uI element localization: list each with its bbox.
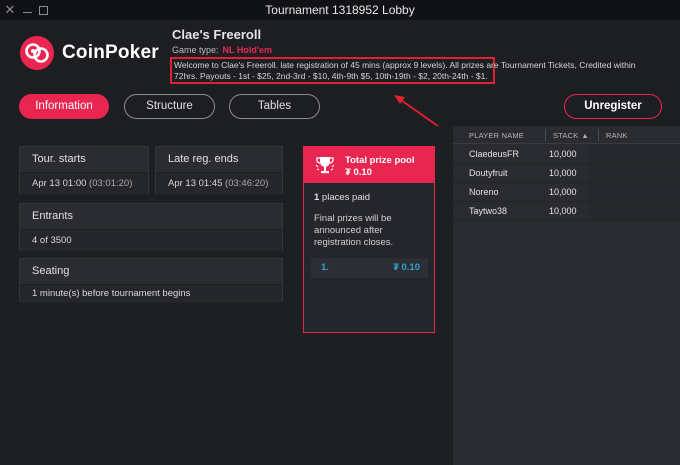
late-reg-value: Apr 13 01:45 (03:46:20) (156, 172, 282, 194)
game-type-label: Game type: (172, 45, 219, 55)
prize-pool-card: Total prize pool ₮ 0.10 1 places paid Fi… (303, 146, 435, 333)
table-row[interactable]: Noreno 10,000 (453, 183, 680, 202)
game-type-value: NL Hold'em (222, 45, 273, 55)
info-panel: Tour. starts Apr 13 01:00 (03:01:20) Lat… (0, 126, 453, 465)
tour-starts-countdown: (03:01:20) (89, 178, 133, 189)
player-stack: 10,000 (549, 206, 577, 216)
welcome-message: Welcome to Clae's Freeroll. late registr… (174, 60, 636, 81)
title-bar: ✕ Tournament 1318952 Lobby (0, 0, 680, 20)
table-row[interactable]: Doutyfruit 10,000 (453, 164, 680, 183)
payout-amount: ₮ 0.10 (393, 262, 420, 273)
column-stack[interactable]: STACK ▲ (553, 131, 589, 140)
coinpoker-logo-icon (20, 36, 54, 70)
table-row[interactable]: Taytwo38 10,000 (453, 202, 680, 221)
prize-pool-label: Total prize pool (345, 155, 415, 166)
welcome-message-highlight: Welcome to Clae's Freeroll. late registr… (170, 57, 635, 84)
places-paid: 1 places paid (314, 192, 370, 203)
players-panel: PLAYER NAME STACK ▲ RANK ClaedeusFR 10,00… (453, 126, 680, 465)
player-rank (589, 202, 680, 220)
entrants-value: 4 of 3500 (20, 229, 282, 251)
players-table-body: ClaedeusFR 10,000 Doutyfruit 10,000 Nore… (453, 145, 680, 221)
lobby-header: CoinPoker Clae's Freeroll Game type: NL H… (0, 20, 680, 125)
player-name: ClaedeusFR (469, 149, 520, 159)
player-rank (589, 145, 680, 163)
column-rank[interactable]: RANK (606, 131, 628, 140)
tab-tables[interactable]: Tables (229, 94, 320, 119)
late-reg-date: Apr 13 01:45 (168, 178, 223, 189)
payout-row: 1. ₮ 0.10 (311, 258, 428, 278)
window-title: Tournament 1318952 Lobby (265, 3, 415, 17)
column-player-name[interactable]: PLAYER NAME (469, 131, 524, 140)
seating-card: Seating 1 minute(s) before tournament be… (19, 258, 283, 303)
unregister-button[interactable]: Unregister (564, 94, 662, 119)
player-stack: 10,000 (549, 149, 577, 159)
late-reg-card: Late reg. ends Apr 13 01:45 (03:46:20) (155, 146, 283, 194)
player-name: Doutyfruit (469, 168, 508, 178)
players-table-header: PLAYER NAME STACK ▲ RANK (453, 126, 680, 144)
player-stack: 10,000 (549, 168, 577, 178)
entrants-label: Entrants (32, 210, 73, 222)
late-reg-countdown: (03:46:20) (225, 178, 269, 189)
player-stack: 10,000 (549, 187, 577, 197)
prize-pool-amount: ₮ 0.10 (345, 167, 372, 178)
tab-structure[interactable]: Structure (124, 94, 215, 119)
trophy-icon (315, 157, 335, 174)
player-name: Taytwo38 (469, 206, 508, 216)
tour-starts-date: Apr 13 01:00 (32, 178, 87, 189)
tour-starts-value: Apr 13 01:00 (03:01:20) (20, 172, 148, 194)
coinpoker-logo: CoinPoker (20, 36, 159, 70)
player-rank (589, 164, 680, 182)
brand-name: CoinPoker (62, 42, 159, 63)
column-divider (545, 129, 546, 141)
tour-starts-card: Tour. starts Apr 13 01:00 (03:01:20) (19, 146, 149, 194)
game-type: Game type: NL Hold'em (172, 45, 272, 55)
seating-label: Seating (32, 265, 70, 277)
entrants-card: Entrants 4 of 3500 (19, 203, 283, 251)
tab-information[interactable]: Information (19, 94, 109, 119)
late-reg-label: Late reg. ends (168, 153, 239, 165)
payout-position: 1. (321, 262, 329, 273)
column-stack-label: STACK (553, 131, 579, 140)
tournament-name: Clae's Freeroll (172, 27, 262, 42)
player-name: Noreno (469, 187, 499, 197)
table-row[interactable]: ClaedeusFR 10,000 (453, 145, 680, 164)
chevron-up-icon: ▲ (581, 133, 589, 140)
tour-starts-label: Tour. starts (32, 153, 86, 165)
player-rank (589, 183, 680, 201)
seating-value: 1 minute(s) before tournament begins (20, 284, 282, 303)
places-paid-suffix: places paid (319, 192, 370, 203)
prize-pool-header: Total prize pool ₮ 0.10 (304, 147, 434, 183)
column-divider (598, 129, 599, 141)
final-prizes-note: Final prizes will be announced after reg… (314, 213, 394, 248)
